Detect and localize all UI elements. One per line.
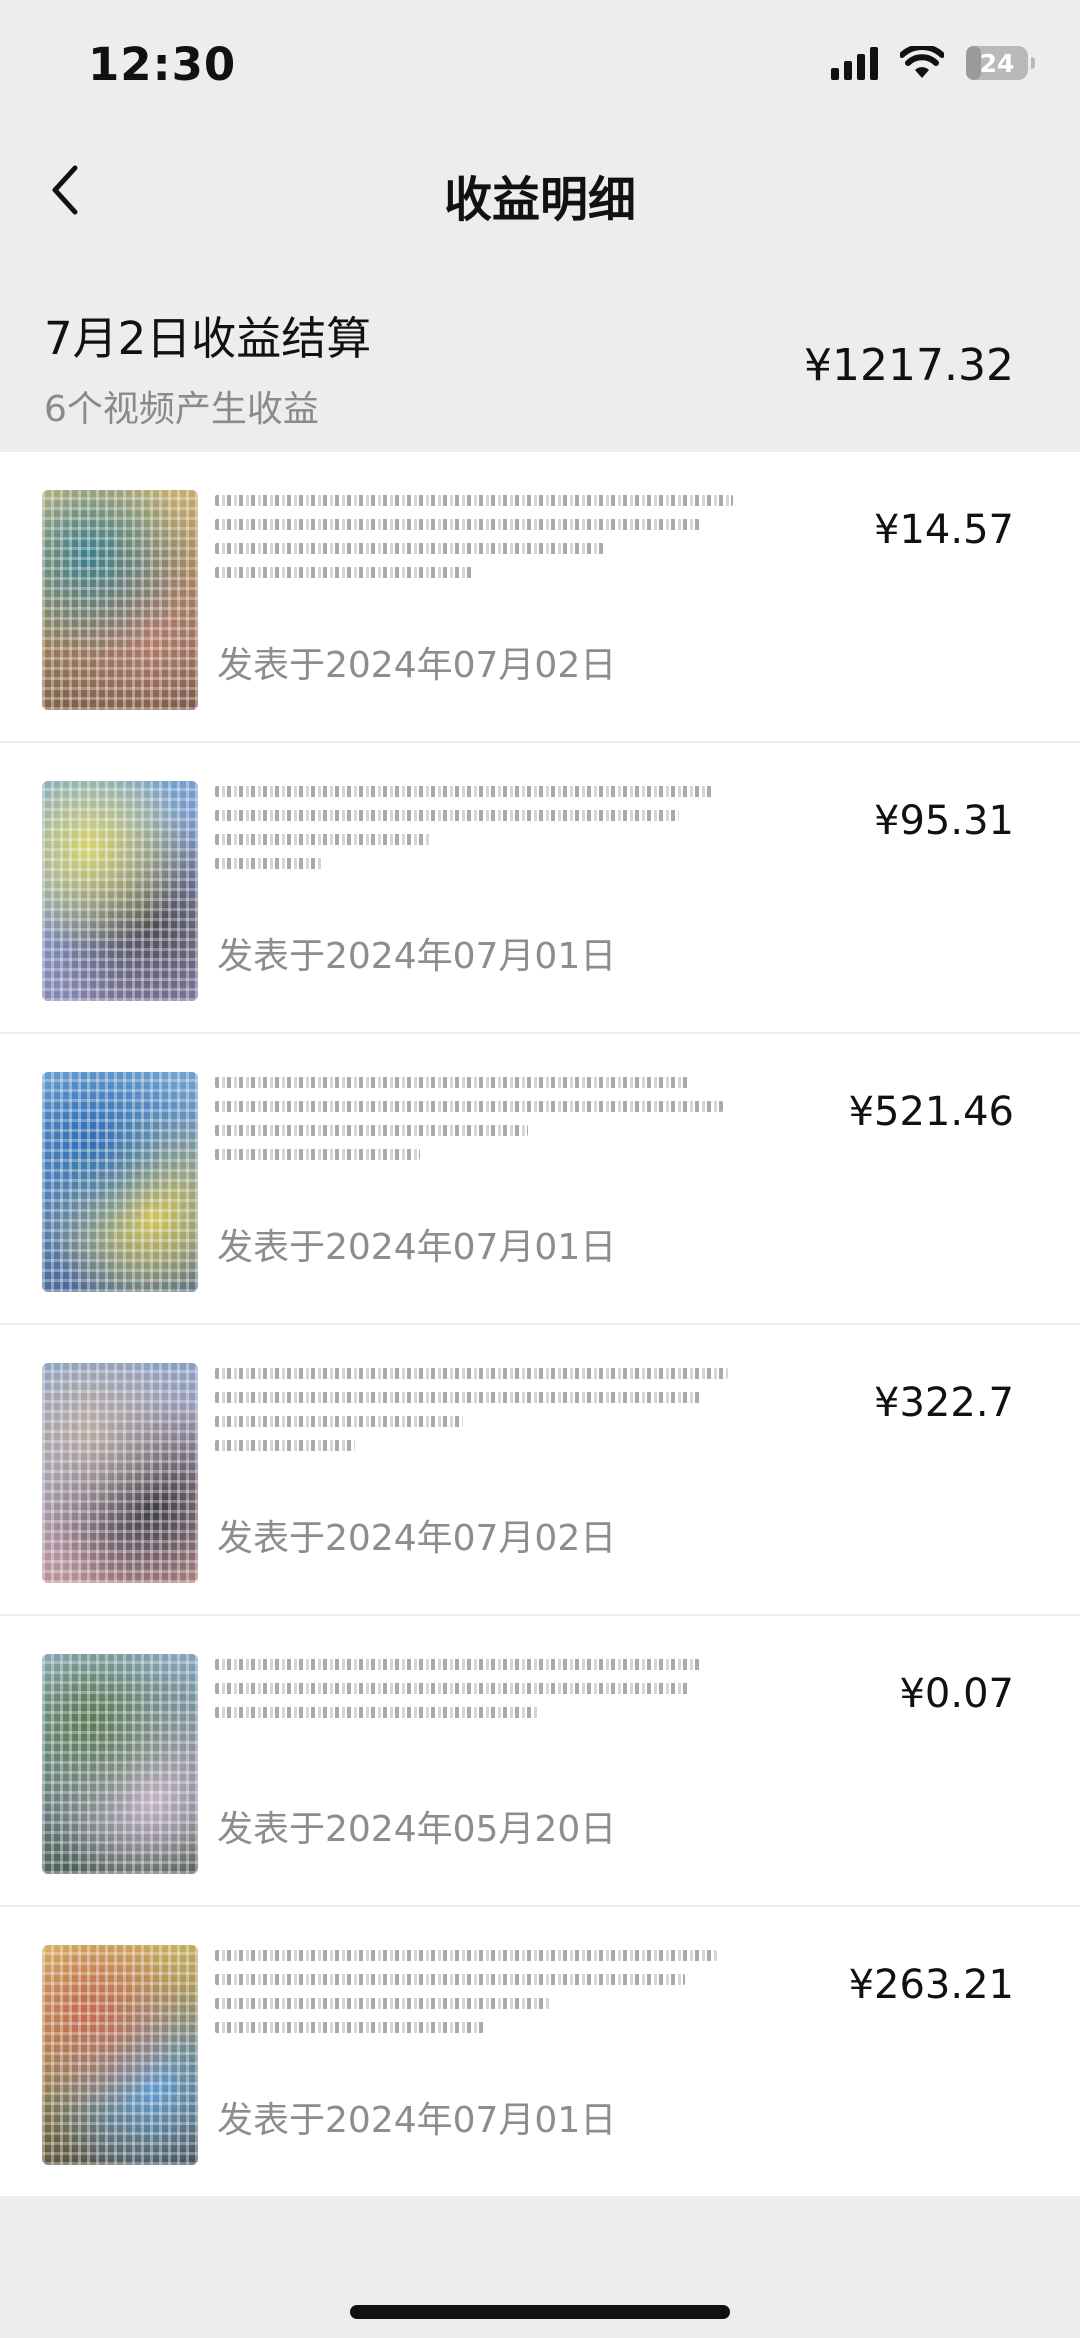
publish-date: 发表于2024年07月01日 (217, 936, 617, 977)
list-item[interactable]: 发表于2024年07月02日 ¥14.57 (0, 452, 1080, 743)
earning-amount: ¥322.7 (874, 1380, 1014, 1426)
video-title-blurred (215, 1355, 755, 1485)
wifi-icon (900, 46, 944, 78)
settlement-total: ¥1217.32 (804, 340, 1014, 391)
settlement-summary: 7月2日收益结算 6个视频产生收益 ¥1217.32 (0, 275, 1080, 450)
earning-amount: ¥521.46 (848, 1089, 1014, 1135)
home-indicator[interactable] (350, 2305, 730, 2319)
earnings-list: 发表于2024年07月02日 ¥14.57 发表于2024年07月01日 ¥95… (0, 452, 1080, 2198)
signal-icon (831, 46, 878, 80)
video-thumbnail (42, 1945, 198, 2165)
status-bar: 12:30 24 (0, 0, 1080, 135)
earning-amount: ¥95.31 (874, 798, 1014, 844)
status-icons: 24 (831, 46, 1035, 80)
earning-amount: ¥0.07 (899, 1671, 1014, 1717)
list-item[interactable]: 发表于2024年07月01日 ¥95.31 (0, 743, 1080, 1034)
video-thumbnail (42, 1072, 198, 1292)
video-thumbnail (42, 1363, 198, 1583)
video-title-blurred (215, 1646, 755, 1776)
publish-date: 发表于2024年07月01日 (217, 1227, 617, 1268)
publish-date: 发表于2024年05月20日 (217, 1809, 617, 1850)
publish-date: 发表于2024年07月02日 (217, 1518, 617, 1559)
list-item[interactable]: 发表于2024年05月20日 ¥0.07 (0, 1616, 1080, 1907)
video-title-blurred (215, 773, 755, 903)
video-thumbnail (42, 1654, 198, 1874)
video-title-blurred (215, 1937, 755, 2067)
video-thumbnail (42, 490, 198, 710)
video-thumbnail (42, 781, 198, 1001)
settlement-date: 7月2日收益结算 (44, 312, 372, 365)
battery-level: 24 (979, 48, 1015, 78)
earning-amount: ¥14.57 (874, 507, 1014, 553)
publish-date: 发表于2024年07月02日 (217, 645, 617, 686)
earning-amount: ¥263.21 (848, 1962, 1014, 2008)
list-item[interactable]: 发表于2024年07月01日 ¥521.46 (0, 1034, 1080, 1325)
list-item[interactable]: 发表于2024年07月01日 ¥263.21 (0, 1907, 1080, 2198)
video-title-blurred (215, 482, 755, 612)
status-time: 12:30 (88, 38, 237, 91)
video-title-blurred (215, 1064, 755, 1194)
nav-bar: 收益明细 (0, 135, 1080, 250)
publish-date: 发表于2024年07月01日 (217, 2100, 617, 2141)
list-item[interactable]: 发表于2024年07月02日 ¥322.7 (0, 1325, 1080, 1616)
page-title: 收益明细 (443, 172, 636, 228)
battery-icon: 24 (966, 46, 1035, 80)
settlement-subtitle: 6个视频产生收益 (44, 389, 319, 430)
